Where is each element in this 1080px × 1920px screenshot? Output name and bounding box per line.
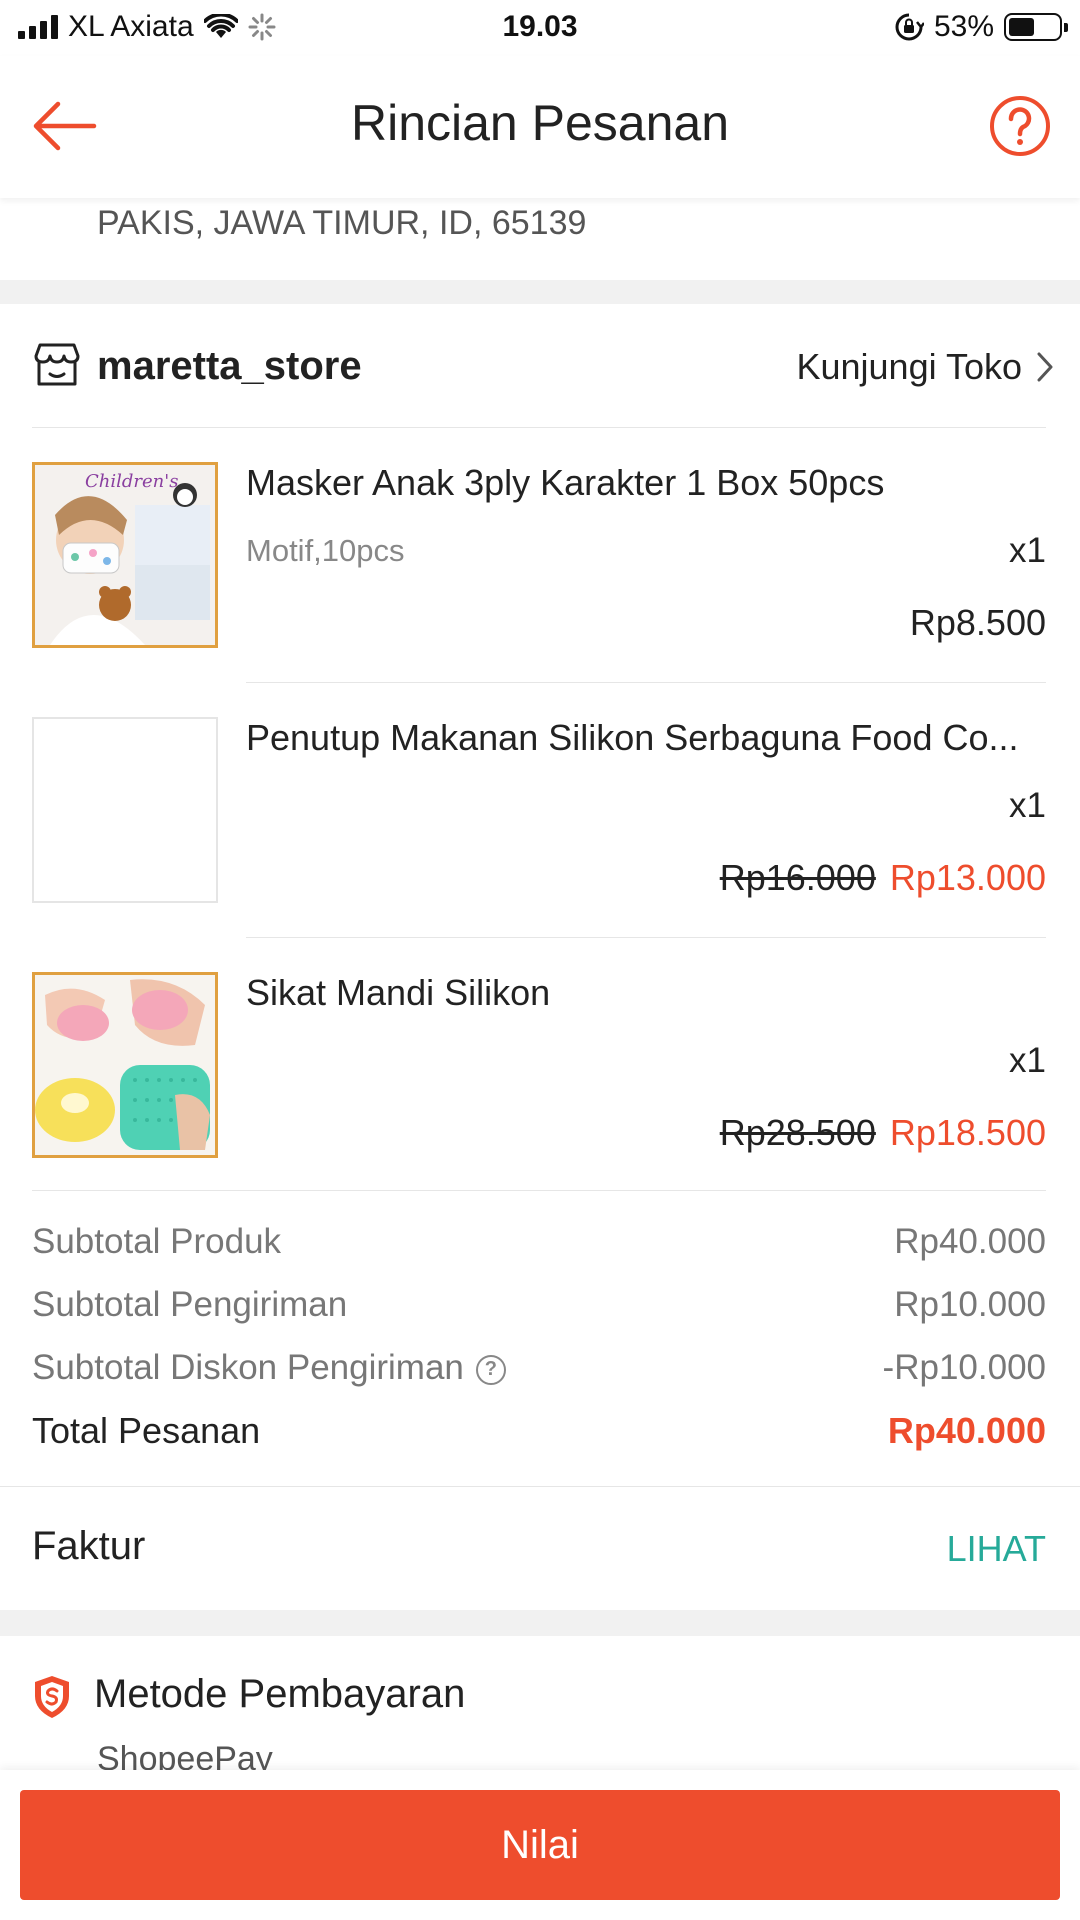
help-button[interactable] — [988, 94, 1052, 158]
order-total-label: Total Pesanan — [32, 1410, 261, 1451]
chevron-right-icon — [1037, 352, 1053, 382]
product-quantity: x1 — [1009, 786, 1046, 825]
battery-icon — [1004, 13, 1068, 41]
help-circle-icon — [990, 96, 1050, 156]
visit-shop-link[interactable]: Kunjungi Toko — [796, 346, 1054, 388]
product-thumbnail: Children's — [32, 462, 218, 648]
subtotal-shipping-label: Subtotal Pengiriman — [32, 1285, 348, 1324]
product-name: Masker Anak 3ply Karakter 1 Box 50pcs — [246, 462, 885, 503]
divider — [32, 1190, 1046, 1191]
subtotal-product-label: Subtotal Produk — [32, 1222, 282, 1261]
product-item[interactable]: Sikat Mandi Silikon x1 Rp28.500 Rp18.500 — [0, 938, 1080, 1193]
subtotal-product-value: Rp40.000 — [894, 1222, 1046, 1261]
page-title: Rincian Pesanan — [350, 95, 730, 151]
product-price: Rp8.500 — [910, 602, 1046, 644]
product-thumbnail — [32, 717, 218, 903]
product-item[interactable]: Children's Masker Anak 3ply Karakter 1 B… — [0, 428, 1080, 683]
svg-text:Children's: Children's — [85, 471, 178, 492]
payment-method-title: Metode Pembayaran — [94, 1672, 466, 1716]
product-name: Penutup Makanan Silikon Serbaguna Food C… — [246, 717, 1019, 758]
subtotal-shipping-row: Subtotal Pengiriman Rp10.000 — [32, 1285, 1046, 1325]
battery-level — [1009, 18, 1035, 36]
price-value: Rp8.500 — [909, 602, 1046, 643]
invoice-row: Faktur LIHAT — [0, 1486, 1080, 1610]
visit-shop-label: Kunjungi Toko — [796, 346, 1022, 387]
shipping-discount-label: Subtotal Diskon Pengiriman — [32, 1348, 464, 1387]
shop-row: maretta_store Kunjungi Toko — [0, 304, 1080, 428]
status-bar: XL Axiata 19.03 53% — [0, 0, 1080, 56]
discounted-price: Rp13.000 — [889, 857, 1046, 898]
question-mark-icon[interactable]: ? — [475, 1354, 506, 1385]
product-price: Rp28.500 Rp18.500 — [720, 1112, 1046, 1154]
shipping-discount-value: -Rp10.000 — [882, 1348, 1046, 1387]
order-total-row: Total Pesanan Rp40.000 — [32, 1410, 1046, 1452]
subtotal-shipping-value: Rp10.000 — [894, 1285, 1046, 1324]
status-right: 53% — [894, 10, 1068, 44]
product-image-brush — [35, 975, 215, 1155]
shipping-discount-row: Subtotal Diskon Pengiriman? -Rp10.000 — [32, 1348, 1046, 1388]
shop-name: maretta_store — [97, 344, 362, 388]
shipping-discount-label-wrap: Subtotal Diskon Pengiriman? — [32, 1348, 506, 1388]
product-variant: Motif,10pcs — [246, 533, 405, 568]
shipping-address: PAKIS, JAWA TIMUR, ID, 65139 — [0, 198, 1080, 280]
rate-button[interactable]: Nilai — [20, 1790, 1060, 1900]
rotation-lock-icon — [895, 13, 924, 41]
bottom-action-bar: Nilai — [0, 1770, 1080, 1920]
discounted-price: Rp18.500 — [889, 1112, 1046, 1153]
product-thumbnail — [32, 972, 218, 1158]
app-header: Rincian Pesanan — [0, 56, 1080, 198]
payment-method-value: ShopeePay — [97, 1740, 273, 1770]
subtotal-product-row: Subtotal Produk Rp40.000 — [32, 1222, 1046, 1262]
product-item[interactable]: Penutup Makanan Silikon Serbaguna Food C… — [0, 683, 1080, 938]
product-name: Sikat Mandi Silikon — [246, 972, 551, 1013]
battery-percent: 53% — [933, 10, 994, 43]
section-divider — [0, 1610, 1080, 1636]
store-icon — [34, 343, 80, 386]
view-invoice-link[interactable]: LIHAT — [947, 1528, 1046, 1570]
product-quantity: x1 — [1009, 1041, 1046, 1080]
section-divider — [0, 280, 1080, 304]
shield-dollar-icon — [35, 1676, 69, 1718]
original-price: Rp28.500 — [719, 1112, 876, 1153]
product-quantity: x1 — [1009, 531, 1046, 570]
product-price: Rp16.000 Rp13.000 — [720, 857, 1046, 899]
invoice-label: Faktur — [32, 1524, 146, 1568]
address-line: PAKIS, JAWA TIMUR, ID, 65139 — [97, 204, 587, 242]
original-price: Rp16.000 — [719, 857, 876, 898]
payment-method-section: Metode Pembayaran ShopeePay — [0, 1636, 1080, 1770]
order-total-value: Rp40.000 — [887, 1410, 1046, 1451]
product-image-mask: Children's — [35, 465, 215, 645]
